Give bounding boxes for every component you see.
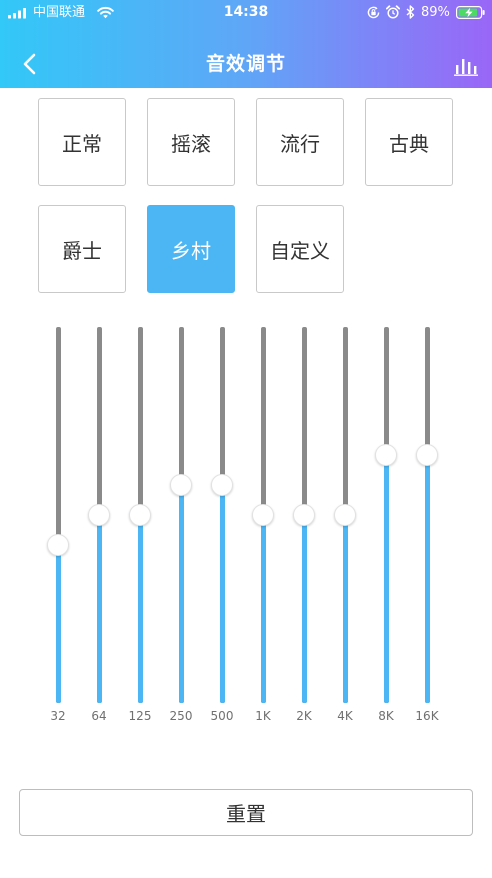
slider-thumb[interactable] [211, 473, 233, 496]
band-label: 2K [296, 709, 312, 723]
band-label: 250 [169, 709, 193, 723]
eq-slider-16k[interactable] [415, 327, 439, 703]
band-label: 125 [128, 709, 152, 723]
slider-thumb[interactable] [170, 473, 192, 496]
slider-fill [219, 484, 225, 703]
band-label: 64 [91, 709, 107, 723]
back-button[interactable] [20, 52, 42, 76]
slider-thumb[interactable] [129, 504, 151, 526]
slider-thumb[interactable] [88, 504, 110, 526]
eq-slider-8k[interactable] [374, 327, 398, 703]
signal-icon [8, 7, 28, 19]
sound-effect-screen: { "status_bar": { "carrier": "中国联通", "ti… [0, 0, 492, 878]
eq-slider-2k[interactable] [292, 327, 316, 703]
preset-custom-button[interactable]: 自定义 [256, 205, 344, 293]
equalizer-icon [452, 55, 480, 77]
alarm-icon [386, 5, 400, 19]
top-bar: 中国联通 14:38 89% 音效调节 [0, 0, 492, 88]
preset-country-button[interactable]: 乡村 [147, 205, 235, 293]
eq-slider-4k[interactable] [333, 327, 357, 703]
slider-thumb[interactable] [252, 504, 274, 526]
band-label: 32 [50, 709, 66, 723]
preset-jazz-button[interactable]: 爵士 [38, 205, 126, 293]
carrier-name: 中国联通 [33, 5, 86, 20]
band-label: 4K [337, 709, 353, 723]
eq-slider-250[interactable] [169, 327, 193, 703]
slider-fill [301, 515, 307, 703]
rotation-lock-icon [367, 6, 380, 19]
reset-button[interactable]: 重置 [19, 789, 473, 836]
slider-fill [96, 515, 102, 703]
band-label: 8K [378, 709, 394, 723]
slider-thumb[interactable] [334, 504, 356, 526]
preset-rock-button[interactable]: 摇滚 [147, 98, 235, 186]
slider-thumb[interactable] [416, 443, 438, 466]
slider-thumb[interactable] [47, 534, 69, 557]
bluetooth-icon [406, 5, 415, 19]
preset-normal-button[interactable]: 正常 [38, 98, 126, 186]
eq-slider-1k[interactable] [251, 327, 275, 703]
band-label: 500 [210, 709, 234, 723]
status-time: 14:38 [223, 4, 269, 20]
band-label: 16K [415, 709, 439, 723]
battery-percent: 89% [421, 5, 450, 20]
band-label: 1K [255, 709, 271, 723]
wifi-icon [97, 6, 114, 19]
eq-slider-500[interactable] [210, 327, 234, 703]
eq-slider-64[interactable] [87, 327, 111, 703]
slider-thumb[interactable] [375, 443, 397, 466]
eq-slider-32[interactable] [46, 327, 70, 703]
chevron-left-icon [20, 52, 42, 76]
slider-fill [137, 515, 143, 703]
preset-pop-button[interactable]: 流行 [256, 98, 344, 186]
slider-thumb[interactable] [293, 504, 315, 526]
page-title: 音效调节 [205, 53, 286, 75]
preset-classical-button[interactable]: 古典 [365, 98, 453, 186]
slider-fill [424, 454, 430, 703]
eq-slider-125[interactable] [128, 327, 152, 703]
slider-fill [342, 515, 348, 703]
slider-fill [178, 484, 184, 703]
slider-fill [260, 515, 266, 703]
battery-charging-icon [456, 6, 486, 19]
slider-fill [383, 454, 389, 703]
equalizer-button[interactable] [452, 55, 480, 77]
slider-fill [55, 545, 61, 703]
status-bar: 中国联通 14:38 89% [0, 0, 492, 26]
